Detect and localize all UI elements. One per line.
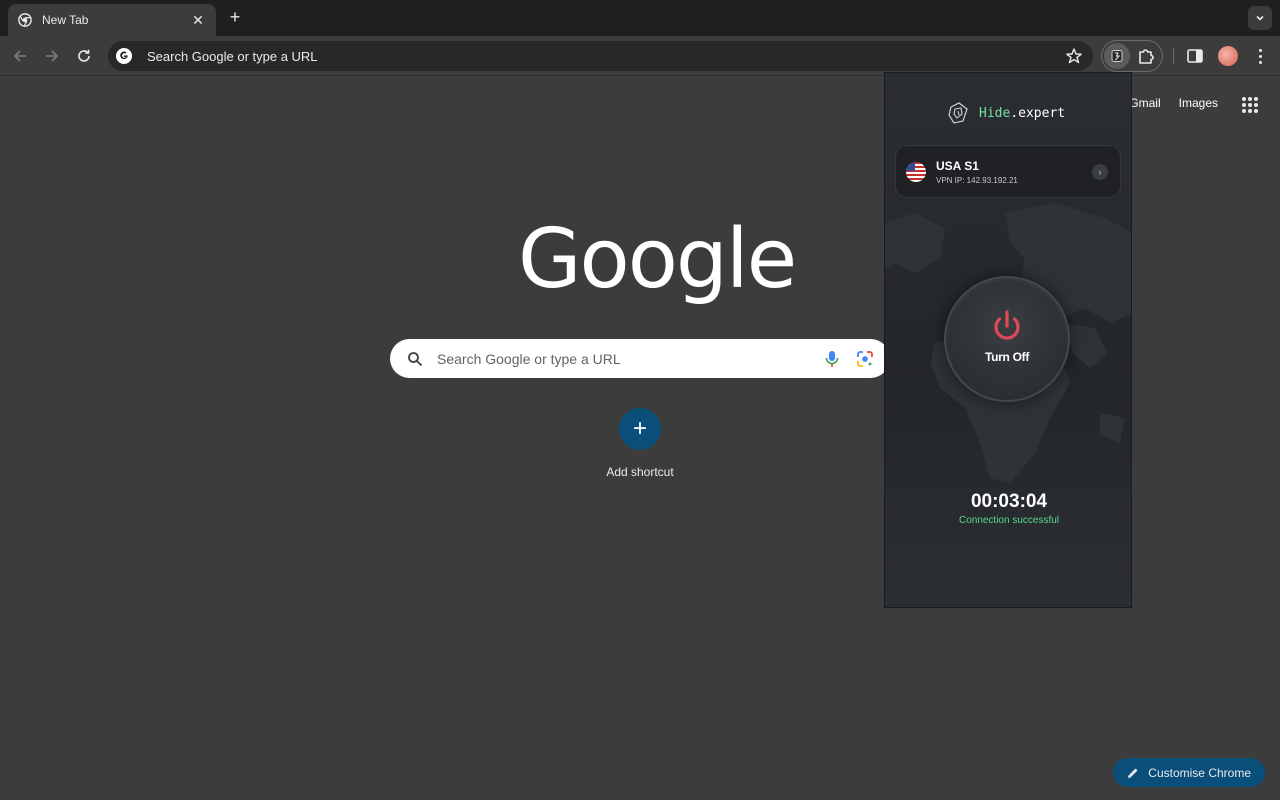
avatar[interactable] [1218,46,1238,66]
customise-chrome-button[interactable]: Customise Chrome [1113,758,1265,787]
images-link[interactable]: Images [1179,96,1218,110]
mic-icon[interactable] [824,350,840,368]
add-shortcut-button[interactable]: + [619,408,661,450]
chevron-right-icon[interactable]: › [1092,163,1108,180]
ntp-search-box[interactable]: Search Google or type a URL [390,339,890,378]
tab-search-button[interactable] [1248,6,1272,30]
puzzle-icon[interactable] [1136,46,1156,66]
omnibox[interactable]: Search Google or type a URL [108,41,1093,71]
power-icon [994,310,1020,340]
tab-strip: New Tab ✕ + [0,0,1280,36]
google-logo: Google [518,212,797,307]
server-name: USA S1 [936,158,979,173]
back-button[interactable] [8,44,32,68]
brand-suffix: .expert [1010,105,1066,121]
vpn-brand: Hide.expert [945,100,1065,126]
ntp-header-links: Gmail Images [1129,96,1218,110]
power-toggle-button[interactable]: Turn Off [946,278,1068,400]
chevron-down-icon [1256,15,1264,21]
apps-grid-icon[interactable] [1242,97,1258,113]
close-icon[interactable]: ✕ [190,12,206,28]
extensions-group [1101,40,1163,72]
google-g-icon [116,48,132,64]
side-panel-icon[interactable] [1186,47,1204,65]
new-tab-button[interactable]: + [224,6,246,28]
vpn-popup: Hide.expert USA S1 VPN IP: 142.93.192.21… [884,72,1132,608]
search-icon [408,351,423,366]
customise-chrome-label: Customise Chrome [1148,765,1251,780]
vpn-extension-button[interactable] [1104,43,1130,69]
gmail-link[interactable]: Gmail [1129,96,1160,110]
search-placeholder: Search Google or type a URL [437,350,621,367]
tab-title: New Tab [42,13,89,27]
add-shortcut-label: Add shortcut [606,465,674,479]
power-label: Turn Off [984,350,1030,364]
us-flag-icon [906,161,926,182]
server-ip: VPN IP: 142.93.192.21 [936,175,1018,185]
hide-expert-logo-icon [948,102,968,124]
pencil-icon [1128,768,1138,778]
server-selector[interactable]: USA S1 VPN IP: 142.93.192.21 › [895,145,1121,198]
star-icon[interactable] [1065,47,1083,65]
toolbar-divider [1173,48,1174,64]
vpn-extension-icon [1111,50,1123,62]
forward-button[interactable] [40,44,64,68]
omnibox-text: Search Google or type a URL [147,48,318,64]
tab-new-tab[interactable]: New Tab ✕ [8,4,216,36]
lens-icon[interactable] [856,350,874,368]
reload-icon [78,49,90,62]
kebab-menu-icon[interactable] [1252,46,1268,66]
reload-button[interactable] [72,44,96,68]
brand-prefix: Hide [979,105,1011,121]
back-icon [13,50,26,62]
connection-timer: 00:03:04 [970,491,1048,512]
toolbar: Search Google or type a URL [0,36,1280,76]
chrome-icon [18,13,32,27]
connection-status: Connection successful [958,515,1060,526]
forward-icon [46,50,59,62]
